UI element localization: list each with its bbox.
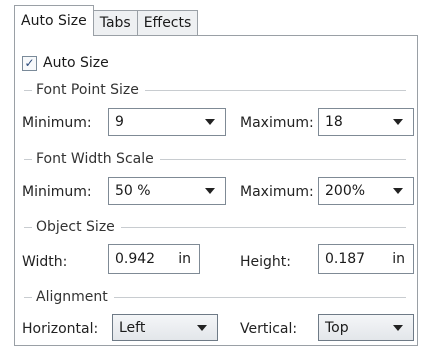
section-title: Font Width Scale	[36, 151, 154, 167]
vertical-select[interactable]: Top	[318, 314, 414, 341]
width-input[interactable]: 0.942 in	[108, 244, 200, 274]
chevron-down-icon[interactable]	[197, 324, 207, 331]
font-width-minimum-label: Minimum:	[22, 184, 92, 200]
font-width-maximum-label: Maximum:	[240, 184, 314, 200]
font-point-minimum-select[interactable]: 9	[108, 108, 226, 136]
font-point-maximum-label: Maximum:	[240, 115, 314, 131]
width-label: Width:	[22, 254, 68, 270]
auto-size-checkbox-row[interactable]: ✓ Auto Size	[22, 55, 109, 71]
auto-size-checkbox[interactable]: ✓	[22, 55, 37, 71]
width-value: 0.942	[115, 251, 156, 267]
auto-size-label: Auto Size	[43, 55, 109, 71]
height-value: 0.187	[325, 251, 366, 267]
font-point-maximum-value: 18	[325, 114, 343, 130]
object-size-section: Object Size	[24, 218, 406, 236]
chevron-down-icon[interactable]	[393, 119, 403, 125]
horizontal-value: Left	[119, 319, 146, 336]
checkmark-icon: ✓	[24, 56, 35, 70]
chevron-down-icon[interactable]	[393, 188, 403, 194]
chevron-down-icon[interactable]	[393, 324, 403, 331]
chevron-down-icon[interactable]	[205, 188, 215, 194]
font-point-maximum-select[interactable]: 18	[318, 108, 414, 136]
height-unit: in	[392, 251, 405, 267]
font-width-maximum-select[interactable]: 200%	[318, 177, 414, 205]
horizontal-select[interactable]: Left	[112, 314, 218, 341]
tab-bar: Auto Size Tabs Effects	[14, 5, 199, 36]
tab-auto-size[interactable]: Auto Size	[14, 5, 94, 36]
height-input[interactable]: 0.187 in	[318, 244, 414, 274]
section-title: Font Point Size	[36, 82, 139, 98]
font-width-minimum-value: 50 %	[115, 183, 151, 199]
tab-tabs[interactable]: Tabs	[92, 10, 138, 36]
horizontal-label: Horizontal:	[22, 321, 99, 337]
width-unit: in	[178, 251, 191, 267]
font-point-minimum-label: Minimum:	[22, 115, 92, 131]
vertical-value: Top	[325, 319, 349, 336]
section-title: Alignment	[36, 289, 108, 305]
font-width-scale-section: Font Width Scale	[24, 150, 406, 168]
font-width-maximum-value: 200%	[325, 183, 366, 199]
height-label: Height:	[240, 254, 291, 270]
vertical-label: Vertical:	[240, 321, 298, 337]
tab-effects[interactable]: Effects	[136, 10, 199, 36]
font-width-minimum-select[interactable]: 50 %	[108, 177, 226, 205]
font-point-minimum-value: 9	[115, 114, 124, 130]
font-point-size-section: Font Point Size	[24, 81, 406, 99]
chevron-down-icon[interactable]	[205, 119, 215, 125]
section-title: Object Size	[36, 219, 115, 235]
alignment-section: Alignment	[24, 288, 406, 306]
